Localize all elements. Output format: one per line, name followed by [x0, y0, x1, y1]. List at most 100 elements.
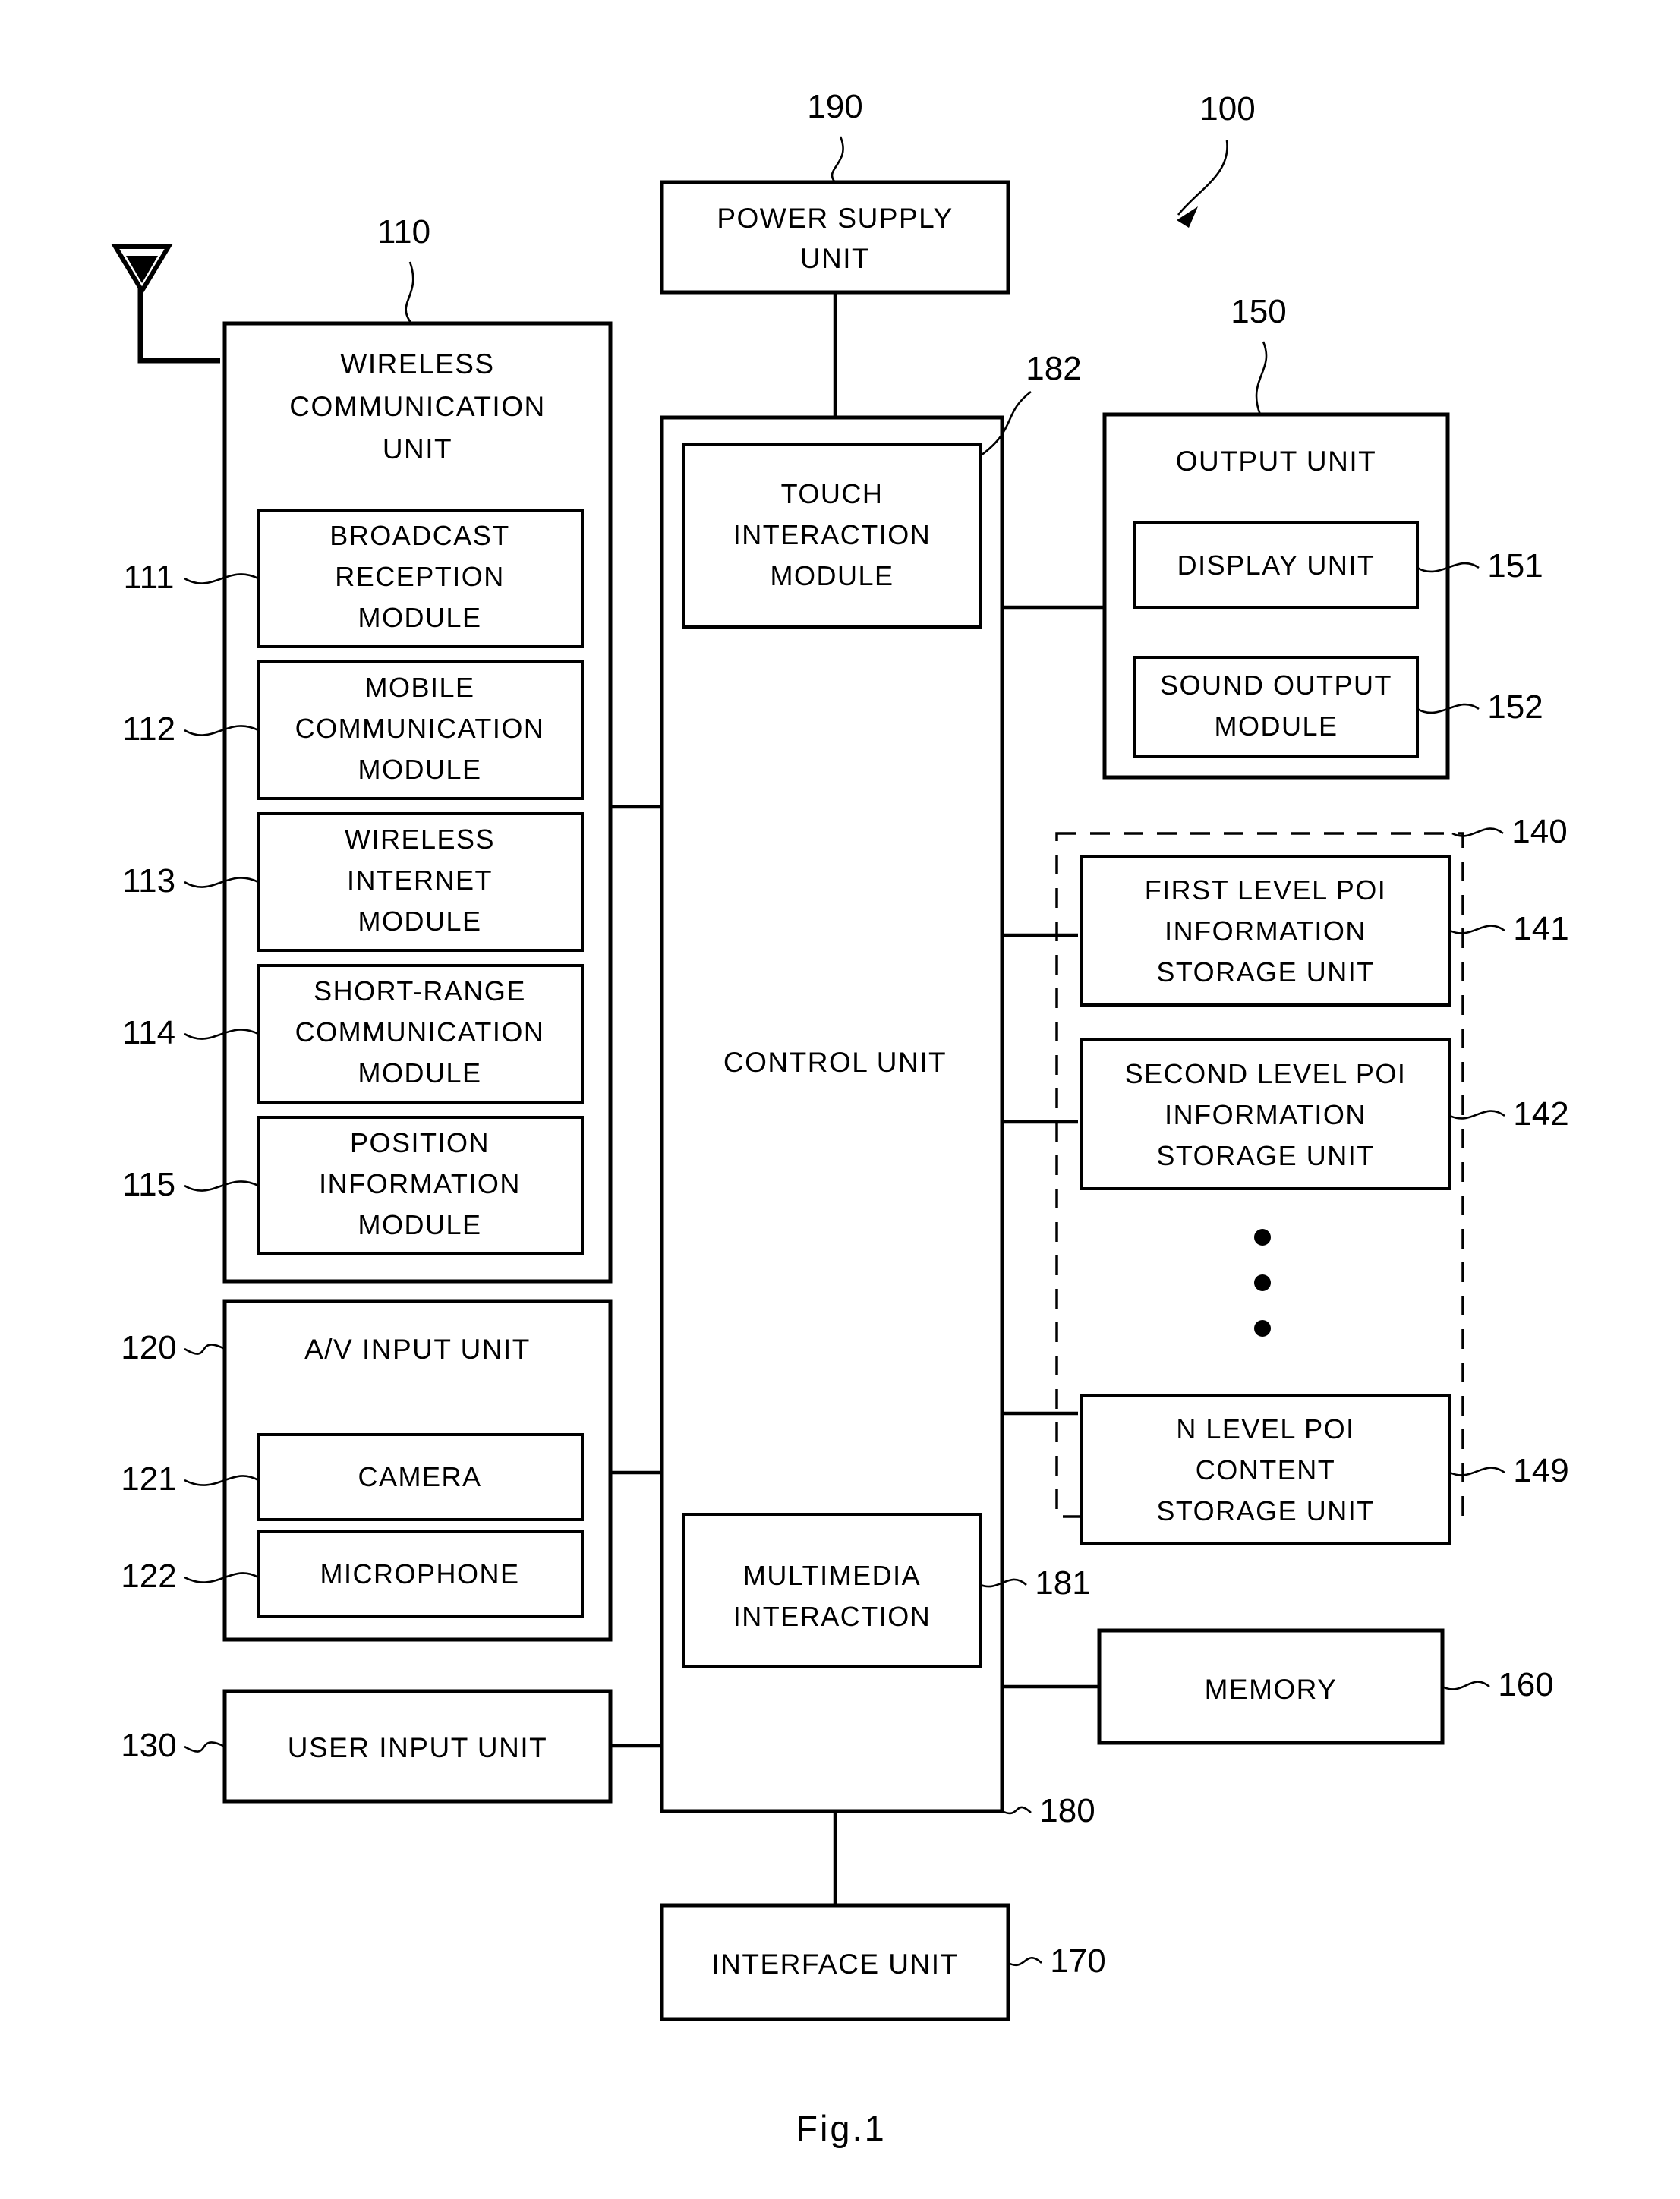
ref-113-label: 113	[122, 862, 175, 899]
ref-100-label: 100	[1199, 90, 1255, 128]
wireless-internet-module-line1: WIRELESS	[345, 824, 495, 855]
broadcast-reception-module-line2: RECEPTION	[335, 561, 505, 592]
poi-storage-group: FIRST LEVEL POI INFORMATION STORAGE UNIT…	[1055, 832, 1464, 1545]
microphone-module-label: MICROPHONE	[320, 1558, 519, 1589]
second-level-poi-line1: SECOND LEVEL POI	[1125, 1058, 1407, 1089]
ref-180: 180	[1001, 1792, 1095, 1829]
patent-figure: WIRELESS COMMUNICATION UNIT BROADCAST RE…	[0, 0, 1680, 2199]
control-unit[interactable]: CONTROL UNIT TOUCH INTERACTION MODULE MU…	[660, 415, 1004, 1813]
av-input-unit[interactable]: A/V INPUT UNIT CAMERA MICROPHONE	[222, 1299, 613, 1642]
mobile-communication-module-line2: COMMUNICATION	[295, 713, 545, 744]
ref-141: 141	[1449, 910, 1569, 947]
position-information-module-line1: POSITION	[350, 1127, 490, 1158]
ref-140-label: 140	[1511, 813, 1567, 850]
ref-149-label: 149	[1513, 1452, 1568, 1489]
position-information-module-line3: MODULE	[358, 1209, 481, 1240]
interface-unit[interactable]: INTERFACE UNIT	[660, 1903, 1010, 2021]
memory-unit[interactable]: MEMORY	[1097, 1628, 1445, 1745]
camera-module[interactable]: CAMERA	[257, 1433, 584, 1521]
wireless-unit-label-line3: UNIT	[383, 433, 452, 465]
wireless-unit-label-line2: COMMUNICATION	[289, 391, 545, 422]
av-input-unit-label: A/V INPUT UNIT	[304, 1334, 531, 1365]
short-range-communication-module[interactable]: SHORT-RANGE COMMUNICATION MODULE	[257, 964, 584, 1104]
vertical-dots-icon	[1254, 1229, 1271, 1337]
short-range-communication-module-line3: MODULE	[358, 1057, 481, 1088]
mobile-communication-module-line1: MOBILE	[364, 672, 474, 703]
display-unit-module[interactable]: DISPLAY UNIT	[1133, 521, 1419, 609]
multimedia-interaction-line2: INTERACTION	[733, 1601, 931, 1632]
power-supply-unit-label-line2: UNIT	[800, 243, 870, 274]
touch-interaction-module[interactable]: TOUCH INTERACTION MODULE	[682, 443, 982, 629]
first-level-poi-line1: FIRST LEVEL POI	[1145, 874, 1387, 906]
broadcast-reception-module[interactable]: BROADCAST RECEPTION MODULE	[257, 509, 584, 648]
ref-100: 100	[1177, 90, 1256, 228]
ref-170-label: 170	[1050, 1942, 1105, 1980]
ref-150-label: 150	[1231, 293, 1286, 330]
ref-160: 160	[1442, 1666, 1554, 1703]
ref-182-label: 182	[1026, 350, 1081, 387]
power-supply-unit[interactable]: POWER SUPPLY UNIT	[660, 180, 1010, 295]
ref-130: 130	[121, 1727, 225, 1764]
multimedia-interaction-line1: MULTIMEDIA	[743, 1560, 921, 1591]
ref-122-label: 122	[121, 1558, 176, 1595]
mobile-communication-module[interactable]: MOBILE COMMUNICATION MODULE	[257, 660, 584, 800]
wireless-internet-module[interactable]: WIRELESS INTERNET MODULE	[257, 812, 584, 952]
ref-180-label: 180	[1039, 1792, 1095, 1829]
mobile-communication-module-line3: MODULE	[358, 754, 481, 785]
user-input-unit-label: USER INPUT UNIT	[288, 1732, 548, 1763]
arrow-icon	[1177, 206, 1198, 228]
ref-170: 170	[1007, 1942, 1106, 1980]
ref-120-label: 120	[121, 1329, 176, 1366]
output-unit-label: OUTPUT UNIT	[1176, 446, 1377, 477]
user-input-unit[interactable]: USER INPUT UNIT	[222, 1689, 613, 1804]
multimedia-interaction-module[interactable]: MULTIMEDIA INTERACTION	[682, 1513, 982, 1668]
first-level-poi-line3: STORAGE UNIT	[1156, 956, 1374, 988]
ref-149: 149	[1449, 1452, 1569, 1489]
ref-120: 120	[121, 1329, 225, 1366]
short-range-communication-module-line2: COMMUNICATION	[295, 1016, 545, 1048]
ref-130-label: 130	[121, 1727, 176, 1764]
ref-141-label: 141	[1513, 910, 1568, 947]
microphone-module[interactable]: MICROPHONE	[257, 1530, 584, 1618]
second-level-poi-line2: INFORMATION	[1165, 1099, 1366, 1130]
position-information-module[interactable]: POSITION INFORMATION MODULE	[257, 1116, 584, 1255]
ref-111-label: 111	[124, 559, 175, 596]
first-level-poi-line2: INFORMATION	[1165, 915, 1366, 947]
ref-115-label: 115	[122, 1166, 175, 1203]
wireless-internet-module-line3: MODULE	[358, 906, 481, 937]
sound-output-module-line2: MODULE	[1214, 710, 1338, 742]
output-unit[interactable]: OUTPUT UNIT DISPLAY UNIT SOUND OUTPUT MO…	[1102, 412, 1450, 780]
short-range-communication-module-line1: SHORT-RANGE	[314, 975, 526, 1007]
ref-190-label: 190	[807, 88, 862, 125]
ref-142-label: 142	[1513, 1095, 1568, 1133]
ref-140: 140	[1451, 813, 1568, 850]
power-supply-unit-label-line1: POWER SUPPLY	[717, 203, 953, 234]
ref-114-label: 114	[122, 1014, 175, 1051]
ref-152-label: 152	[1487, 688, 1543, 726]
broadcast-reception-module-line1: BROADCAST	[329, 520, 510, 551]
sound-output-module[interactable]: SOUND OUTPUT MODULE	[1133, 656, 1419, 758]
n-level-poi-content-storage-unit[interactable]: N LEVEL POI CONTENT STORAGE UNIT	[1080, 1394, 1451, 1545]
wireless-internet-module-line2: INTERNET	[347, 865, 493, 896]
control-unit-label: CONTROL UNIT	[723, 1047, 947, 1078]
interface-unit-label: INTERFACE UNIT	[711, 1949, 958, 1980]
camera-module-label: CAMERA	[358, 1461, 481, 1492]
display-unit-label: DISPLAY UNIT	[1177, 550, 1376, 581]
position-information-module-line2: INFORMATION	[319, 1168, 521, 1199]
antenna-icon	[111, 244, 220, 364]
second-level-poi-storage-unit[interactable]: SECOND LEVEL POI INFORMATION STORAGE UNI…	[1080, 1038, 1451, 1190]
ref-110-label: 110	[377, 213, 430, 250]
wireless-communication-unit[interactable]: WIRELESS COMMUNICATION UNIT BROADCAST RE…	[222, 321, 613, 1284]
ref-112-label: 112	[122, 710, 175, 748]
second-level-poi-line3: STORAGE UNIT	[1156, 1140, 1374, 1171]
touch-interaction-module-line1: TOUCH	[781, 478, 884, 509]
first-level-poi-storage-unit[interactable]: FIRST LEVEL POI INFORMATION STORAGE UNIT	[1080, 855, 1451, 1007]
touch-interaction-module-line3: MODULE	[770, 560, 894, 591]
sound-output-module-line1: SOUND OUTPUT	[1160, 669, 1392, 701]
ref-160-label: 160	[1498, 1666, 1553, 1703]
n-level-poi-line3: STORAGE UNIT	[1156, 1495, 1374, 1526]
ref-121-label: 121	[121, 1460, 176, 1498]
wireless-unit-label-line1: WIRELESS	[340, 348, 494, 380]
ref-190: 190	[807, 88, 863, 183]
ref-142: 142	[1449, 1095, 1569, 1133]
